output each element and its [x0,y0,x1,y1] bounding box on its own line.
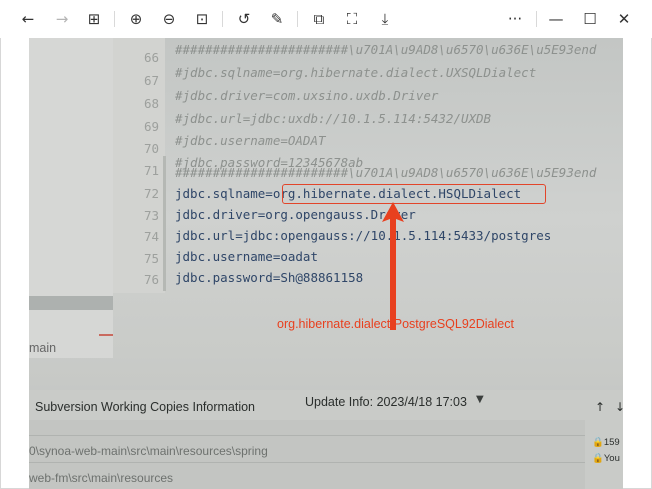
line-number-gutter: 66 67 68 69 70 71 72 73 74 75 76 [113,38,165,293]
panel-strip [29,296,113,310]
code-comment-line: #jdbc.username=OADAT [175,133,326,148]
line-number: 69 [143,119,159,134]
displayed-photo: main 66 67 68 69 70 71 72 73 74 75 76 ##… [29,38,623,489]
row-divider [29,462,589,463]
code-comment-line: #jdbc.sqlname=org.hibernate.dialect.UXSQ… [175,65,537,80]
line-number: 76 [143,272,159,287]
grid-view-icon[interactable]: ⊞ [83,8,105,30]
count-value: 159 [603,437,620,448]
line-number: 72 [143,186,159,201]
row-divider [29,435,589,436]
panel-marker [99,334,113,336]
line-number: 74 [143,229,159,244]
edit-icon[interactable]: ✎ [266,8,288,30]
rotate-icon[interactable]: ↺ [233,8,255,30]
minimize-icon[interactable]: — [545,8,567,30]
code-line: jdbc.url=jdbc:opengauss://10.1.5.114:543… [175,228,552,243]
path-row: 0\synoa-web-main\src\main\resources\spri… [29,444,268,458]
line-number: 70 [143,141,159,156]
highlight-box [282,184,546,204]
chevron-down-icon: ▼ [476,394,484,405]
fold-indicator [163,156,166,291]
annotation-arrow-icon [382,202,404,330]
code-line: jdbc.password=Sh@88861158 [175,270,364,285]
line-number: 75 [143,251,159,266]
line-number: 67 [143,73,159,88]
fit-to-window-icon[interactable]: ⊡ [191,8,213,30]
viewer-toolbar: ← → ⊞ ⊕ ⊖ ⊡ ↺ ✎ ⧉ ⛶ ⤓ ··· — ☐ ✕ [0,0,652,38]
back-arrow-icon[interactable]: ← [17,8,39,30]
arrow-down-icon: ↓ [615,400,623,414]
line-number: 71 [143,163,159,178]
toolbar-divider [536,11,537,27]
maximize-icon[interactable]: ☐ [579,8,601,30]
zoom-out-icon[interactable]: ⊖ [158,8,180,30]
code-comment-line: #######################\u701A\u9AD8\u657… [175,42,597,57]
lock-count: 🔒159 [592,437,620,448]
code-comment-line: #jdbc.driver=com.uxsino.uxdb.Driver [175,88,439,103]
line-number: 68 [143,96,159,111]
project-tree-panel [29,38,113,358]
annotation-text: org.hibernate.dialect.PostgreSQL92Dialec… [277,317,514,331]
panel-title: Subversion Working Copies Information [35,400,256,414]
copy-icon[interactable]: ⧉ [308,8,330,30]
update-info: Update Info: 2023/4/18 17:03 [305,395,467,409]
panel-side-tools: ↑ ↓ 🔒159 🔒You [585,390,623,489]
svn-info-panel: Subversion Working Copies Information Up… [29,390,623,489]
toolbar-divider [297,11,298,27]
more-options-icon[interactable]: ··· [504,8,526,30]
lock-user: 🔒You [592,453,620,464]
save-icon[interactable]: ⤓ [374,8,396,30]
toolbar-divider [114,11,115,27]
close-icon[interactable]: ✕ [613,8,635,30]
user-value: You [603,453,620,464]
code-line: jdbc.username=oadat [175,249,318,264]
zoom-in-icon[interactable]: ⊕ [125,8,147,30]
branch-label: main [29,341,57,355]
line-number: 66 [143,50,159,65]
arrow-up-icon: ↑ [595,400,606,414]
forward-arrow-icon[interactable]: → [51,8,73,30]
line-number: 73 [143,208,159,223]
code-comment-line: #######################\u701A\u9AD8\u657… [175,165,597,180]
path-row: web-fm\src\main\resources [29,471,174,485]
crop-icon[interactable]: ⛶ [341,8,363,30]
code-comment-line: #jdbc.url=jdbc:uxdb://10.1.5.114:5432/UX… [175,111,492,126]
toolbar-divider [222,11,223,27]
